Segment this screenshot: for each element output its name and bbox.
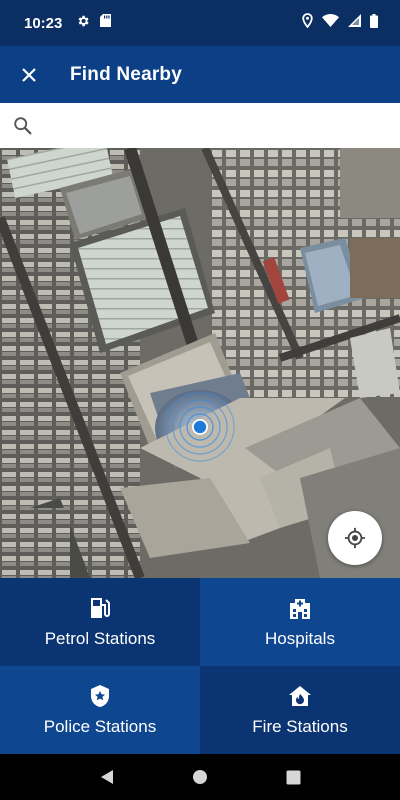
fire-station-icon [288,683,312,709]
location-pin-icon [302,13,313,33]
fire-stations-button[interactable]: Fire Stations [200,666,400,754]
system-nav-bar [0,754,400,800]
close-icon [22,67,36,82]
hospital-icon [288,595,312,621]
search-input[interactable] [42,104,390,147]
home-circle-icon [192,770,207,784]
gear-icon [76,14,90,33]
battery-icon [370,13,378,33]
tile-label: Fire Stations [252,717,348,736]
search-icon [12,115,34,137]
back-triangle-icon [100,770,113,784]
status-time: 10:23 [24,14,63,32]
sd-card-icon [100,14,112,32]
signal-icon [348,14,361,32]
tile-label: Police Stations [43,717,157,736]
status-bar: 10:23 [0,0,400,46]
page-title: Find Nearby [70,63,182,85]
close-button[interactable] [14,60,44,90]
petrol-stations-button[interactable]: Petrol Stations [0,578,200,666]
fuel-pump-icon [89,595,111,621]
back-button[interactable] [92,762,122,792]
tile-label: Petrol Stations [44,629,156,648]
search-bar [0,103,400,148]
home-button[interactable] [185,762,215,792]
recents-square-icon [286,770,301,784]
police-badge-icon [90,683,110,709]
hospitals-button[interactable]: Hospitals [200,578,400,666]
find-nearby-screen: 10:23 Find Nearby Petrol Stations Hospit… [0,0,400,800]
tile-label: Hospitals [265,629,335,648]
satellite-map [0,148,400,578]
category-grid: Petrol Stations Hospitals Police Station… [0,578,400,754]
recents-button[interactable] [278,762,308,792]
police-stations-button[interactable]: Police Stations [0,666,200,754]
map-view[interactable] [0,148,400,578]
my-location-icon [344,527,366,549]
wifi-icon [322,14,339,32]
app-bar: Find Nearby [0,46,400,103]
my-location-button[interactable] [328,511,382,565]
